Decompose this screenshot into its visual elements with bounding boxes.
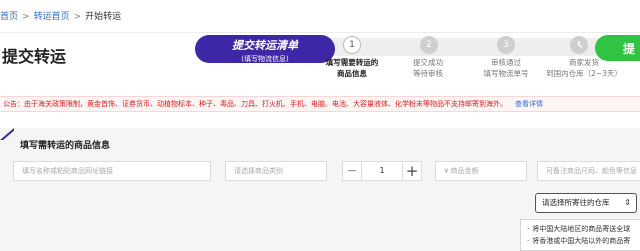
step-1-label: 填写需要转运的 商品信息	[318, 57, 386, 79]
notice-banner: 公告：由于海关政策限制，黄金首饰、证券货币、动植物标本、种子、毒品、刀具、打火机…	[0, 96, 640, 112]
current-step-pill: 提交转运清单 (填写物流信息)	[195, 35, 335, 63]
notice-details-link[interactable]: 查看详情	[515, 100, 543, 108]
step-3-number: 3	[497, 36, 515, 54]
warehouse-option[interactable]: · 将香港或中国大陆以外的商品寄	[527, 235, 638, 247]
product-name-input[interactable]: 填写名称或粘贴商品网址链接	[13, 161, 211, 181]
bullet-icon: ·	[527, 237, 530, 245]
step-1-line1: 填写需要转运的	[325, 58, 379, 67]
breadcrumb-current: 开始转运	[85, 12, 122, 22]
step-2-line2: 等待审核	[413, 69, 443, 78]
quantity-field[interactable]: 1	[362, 161, 402, 181]
step-4-label: 商家发货 到国内仓库（2~3天）	[544, 57, 624, 79]
breadcrumb-transfer-home-link[interactable]: 转运首页	[34, 12, 70, 22]
warehouse-option[interactable]: · 将中国大陆地区的商品寄送全球	[527, 223, 638, 235]
step-2-number: 2	[420, 36, 438, 54]
page-title: 提交转运	[2, 47, 67, 66]
step-2-label: 提交成功 等待审核	[398, 57, 458, 79]
bullet-icon: ·	[527, 225, 530, 233]
note-input[interactable]: 可备注商品尺码、颜色等信息	[537, 161, 640, 181]
notice-text: 公告：由于海关政策限制，黄金首饰、证券货币、动植物标本、种子、毒品、刀具、打火机…	[3, 100, 507, 108]
breadcrumb-separator: >	[22, 12, 30, 22]
step-3-label: 审核通过 填写物流单号	[474, 57, 538, 79]
warehouse-option-label: 将中国大陆地区的商品寄送全球	[532, 225, 631, 233]
step-4-line2: 到国内仓库（2~3天）	[546, 69, 622, 78]
breadcrumb-separator: >	[73, 12, 82, 22]
clock-icon	[570, 36, 588, 54]
section-title: 填写需转运的商品信息	[20, 141, 111, 151]
quantity-minus-button[interactable]: −	[342, 161, 362, 181]
breadcrumb-home-link[interactable]: 首页	[0, 12, 18, 22]
step-4-line1: 商家发货	[569, 58, 599, 67]
top-bar: 首页 > 转运首页 > 开始转运	[0, 0, 640, 33]
breadcrumb: 首页 > 转运首页 > 开始转运	[0, 9, 121, 22]
step-1-number: 1	[343, 36, 361, 54]
step-1-line2: 商品信息	[337, 69, 367, 78]
current-step-subtitle: (填写物流信息)	[241, 55, 289, 63]
warehouse-select[interactable]: 请选择所寄往的仓库 ⇕	[535, 193, 637, 213]
category-select[interactable]: 请选择商品类别	[225, 161, 327, 181]
warehouse-dropdown: · 将中国大陆地区的商品寄送全球 · 将香港或中国大陆以外的商品寄	[520, 219, 640, 251]
step-2-line1: 提交成功	[413, 58, 443, 67]
amount-input[interactable]: ¥ 商品金额	[435, 161, 527, 181]
step-3-line1: 审核通过	[491, 58, 521, 67]
quantity-plus-button[interactable]: +	[402, 161, 422, 181]
final-step-text: 提	[623, 42, 636, 56]
step-3-line2: 填写物流单号	[483, 69, 529, 78]
warehouse-option-label: 将香港或中国大陆以外的商品寄	[532, 237, 631, 245]
chevron-updown-icon: ⇕	[624, 198, 631, 207]
warehouse-select-value: 请选择所寄往的仓库	[542, 198, 610, 207]
current-step-title: 提交转运清单	[232, 39, 298, 52]
